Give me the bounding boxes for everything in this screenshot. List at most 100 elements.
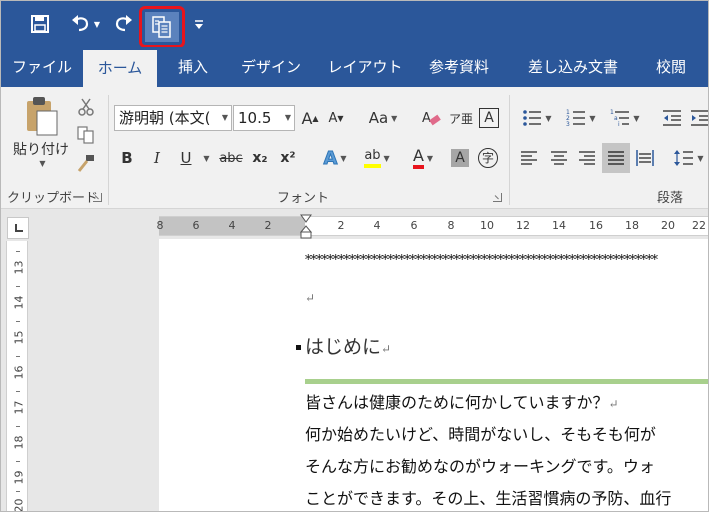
heading-line: はじめに↵ [305, 332, 391, 359]
ruler-number: 2 [337, 219, 345, 232]
body-line: そんな方にお勧めなのがウォーキングです。ウォ [305, 457, 655, 476]
tab-home[interactable]: ホーム [83, 50, 157, 87]
tab-review[interactable]: 校閲 [643, 47, 699, 87]
tab-references[interactable]: 参考資料 [419, 47, 499, 87]
cut-icon[interactable] [73, 95, 99, 119]
body-text: 皆さんは健康のために何かしていますか？ [305, 393, 609, 412]
svg-text:i: i [618, 121, 620, 127]
text-effects-button[interactable]: A ▼ [315, 145, 355, 171]
paste-button[interactable]: 貼り付け ▼ [13, 95, 69, 187]
bullets-icon [523, 110, 542, 126]
superscript-button[interactable]: x² [277, 145, 299, 171]
ruler-number: 16 [589, 219, 603, 232]
asterisk-line: ****************************************… [305, 253, 658, 268]
multilevel-list-icon: 1ai [610, 109, 630, 127]
paste-label: 貼り付け [13, 142, 69, 158]
format-painter-icon[interactable] [73, 151, 99, 175]
line-spacing-button[interactable]: ▼ [671, 145, 707, 171]
tab-mailings[interactable]: 差し込み文書 [517, 47, 629, 87]
save-icon[interactable] [25, 9, 55, 39]
customize-qat-icon[interactable] [191, 9, 207, 39]
numbering-button[interactable]: 1 2 3 ▼ [561, 105, 601, 131]
redo-icon[interactable] [109, 9, 137, 39]
ruler-number: 22 [692, 219, 706, 232]
copy-icon[interactable] [151, 15, 173, 43]
section-heading: はじめに [305, 336, 382, 358]
tab-design[interactable]: デザイン [233, 47, 309, 87]
svg-text:3: 3 [566, 121, 570, 127]
phonetic-guide-icon[interactable]: ア亜 [449, 105, 473, 131]
body-line: 皆さんは健康のために何かしていますか？↵ [305, 389, 619, 413]
enclosed-character-icon[interactable]: 字 [475, 145, 501, 171]
ruler-number: 18 [625, 219, 639, 232]
font-name-field[interactable]: 游明朝 (本文( ▼ [114, 105, 232, 131]
numbering-icon: 123 [566, 109, 586, 127]
font-name-value: 游明朝 (本文( [119, 109, 211, 127]
line-spacing-icon [674, 150, 694, 166]
font-size-dropdown-icon[interactable]: ▼ [285, 106, 291, 130]
font-name-dropdown-icon[interactable]: ▼ [222, 106, 228, 130]
bold-button[interactable]: B [117, 145, 137, 171]
decrease-indent-icon[interactable] [659, 105, 685, 131]
underline-button[interactable]: U [175, 145, 197, 171]
tab-stop-selector[interactable] [7, 217, 29, 239]
undo-dropdown-icon[interactable]: ▼ [94, 20, 100, 29]
tab-file[interactable]: ファイル [7, 47, 77, 87]
distributed-icon[interactable] [633, 145, 657, 171]
paste-icon [27, 97, 58, 136]
multilevel-list-button[interactable]: 1 a i ▼ [605, 105, 645, 131]
font-color-button[interactable]: A ▼ [403, 145, 443, 171]
character-shading-icon[interactable]: A [449, 145, 471, 171]
ruler-number: 4 [228, 219, 236, 232]
word-window: ▼ ファイル ホーム 挿入 デザイン レイアウト 参考資料 差し込み文書 校閲 … [0, 0, 709, 512]
vertical-ruler-number: 14 [12, 295, 26, 310]
vertical-ruler[interactable]: 13 14 15 16 17 18 19 20 [6, 241, 28, 512]
tab-insert[interactable]: 挿入 [165, 47, 221, 87]
empty-paragraph: ↵ [305, 287, 315, 306]
italic-button[interactable]: I [147, 145, 167, 171]
underline-dropdown-icon[interactable]: ▼ [199, 145, 211, 171]
quick-access-toolbar: ▼ [1, 1, 708, 48]
align-center-icon[interactable] [547, 145, 571, 171]
vertical-ruler-number: 15 [12, 330, 26, 345]
ruler-number: 8 [156, 219, 164, 232]
paragraph-group-label: 段落 [657, 191, 684, 206]
character-border-icon[interactable]: A [477, 105, 501, 131]
horizontal-ruler[interactable]: 8 6 4 2 2 4 6 8 10 12 14 16 18 20 22 [156, 214, 708, 239]
bullets-button[interactable]: ▼ [517, 105, 557, 131]
align-left-icon[interactable] [517, 145, 541, 171]
vertical-ruler-number: 18 [12, 435, 26, 450]
document-page[interactable]: ****************************************… [159, 239, 708, 511]
ruler-number: 10 [480, 219, 494, 232]
clipboard-launcher-icon[interactable] [93, 193, 102, 202]
strikethrough-button[interactable]: abc [217, 145, 245, 171]
ruler-number: 2 [264, 219, 272, 232]
vertical-ruler-number: 19 [12, 470, 26, 485]
paragraph-mark: ↵ [608, 397, 619, 411]
tab-layout[interactable]: レイアウト [323, 47, 407, 87]
paste-dropdown-icon[interactable]: ▼ [39, 159, 45, 168]
grow-font-icon[interactable]: A ▲ [299, 105, 321, 131]
ruler-number: 12 [516, 219, 530, 232]
heading-underline [305, 379, 708, 384]
shrink-font-icon[interactable]: A ▼ [325, 105, 347, 131]
ruler-number: 14 [552, 219, 566, 232]
font-size-field[interactable]: 10.5 ▼ [233, 105, 295, 131]
subscript-button[interactable]: x₂ [249, 145, 271, 171]
font-launcher-icon[interactable] [493, 193, 502, 202]
justify-icon[interactable] [602, 143, 630, 173]
change-case-button[interactable]: Aa ▼ [361, 105, 405, 131]
ribbon-tabs: ファイル ホーム 挿入 デザイン レイアウト 参考資料 差し込み文書 校閲 [1, 47, 708, 87]
copy-ribbon-icon[interactable] [73, 123, 99, 147]
align-right-icon[interactable] [575, 145, 599, 171]
vertical-ruler-number: 20 [12, 498, 26, 512]
indent-marker-icon[interactable] [300, 214, 312, 240]
vertical-ruler-number: 13 [12, 260, 26, 275]
clear-format-icon[interactable]: A [419, 105, 443, 131]
undo-button[interactable]: ▼ [65, 9, 105, 39]
text-effects-icon: A [323, 147, 338, 169]
heading-bullet [296, 345, 301, 350]
group-separator [108, 95, 109, 205]
increase-indent-icon[interactable] [687, 105, 708, 131]
highlight-color-button[interactable]: ab ▼ [357, 145, 397, 171]
